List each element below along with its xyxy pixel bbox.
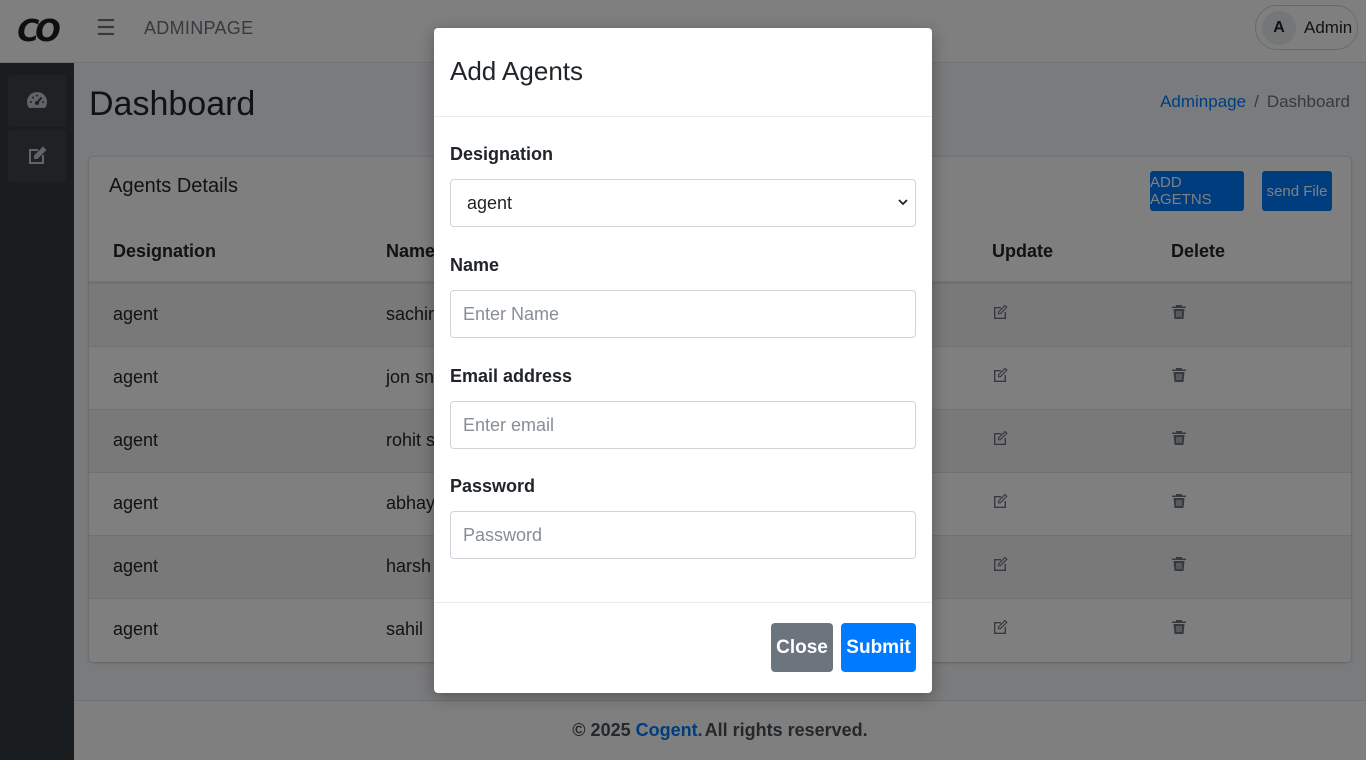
password-input[interactable] <box>450 511 916 559</box>
submit-button[interactable]: Submit <box>841 623 916 672</box>
close-button[interactable]: Close <box>771 623 833 672</box>
email-input[interactable] <box>450 401 916 449</box>
designation-selected-value: agent <box>467 192 513 213</box>
modal-footer-divider <box>434 602 932 603</box>
email-label: Email address <box>450 366 573 386</box>
add-agents-modal: Add Agents Designation agent Name Email … <box>434 28 932 693</box>
modal-title: Add Agents <box>450 56 583 86</box>
password-label: Password <box>450 476 536 496</box>
name-input[interactable] <box>450 290 916 338</box>
designation-select[interactable]: agent <box>450 179 916 227</box>
name-label: Name <box>450 255 500 275</box>
chevron-down-icon <box>898 199 908 206</box>
designation-label: Designation <box>450 144 554 164</box>
